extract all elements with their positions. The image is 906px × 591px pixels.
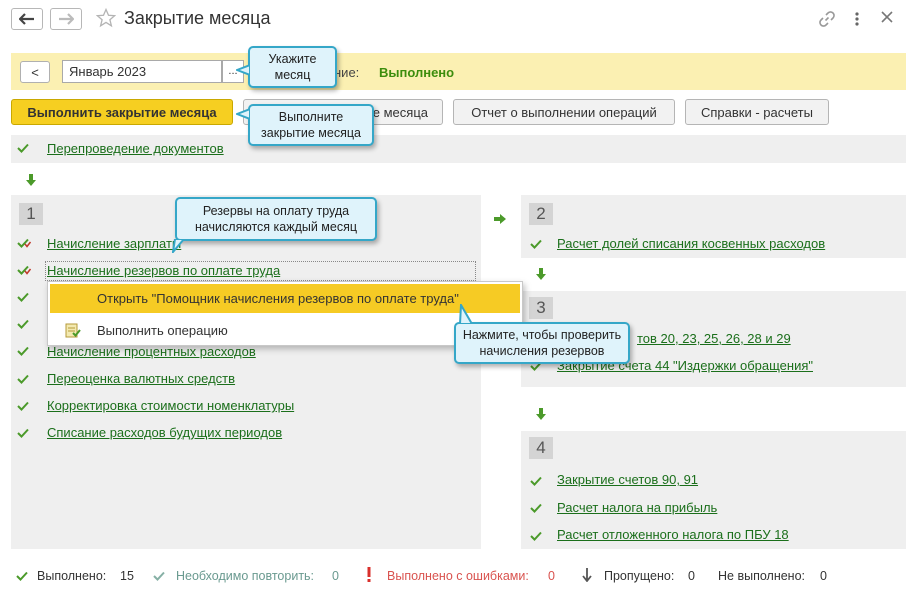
operation-deferred-tax[interactable]: Расчет отложенного налога по ПБУ 18 — [557, 527, 789, 542]
check-icon — [17, 401, 29, 411]
skipped-arrow-icon — [582, 568, 592, 582]
arrow-down-icon — [26, 174, 36, 186]
group-3-number: 3 — [529, 297, 553, 319]
check-icon — [17, 292, 29, 302]
status-skipped-count: 0 — [688, 569, 695, 583]
favorite-star-icon[interactable] — [95, 7, 117, 31]
check-icon — [17, 374, 29, 384]
callout-pointer — [236, 64, 250, 76]
check-icon — [530, 476, 542, 486]
menu-item-open-assistant[interactable]: Открыть "Помощник начисления резервов по… — [50, 284, 520, 313]
operation-profit-tax[interactable]: Расчет налога на прибыль — [557, 500, 717, 515]
menu-item-run-operation[interactable]: Выполнить операцию — [50, 316, 520, 344]
group-2-number: 2 — [529, 203, 553, 225]
link-icon[interactable] — [818, 10, 836, 31]
month-input[interactable]: Январь 2023 — [62, 60, 222, 83]
operation-close-accounts-20-29[interactable]: тов 20, 23, 25, 26, 28 и 29 — [637, 331, 791, 346]
menu-item-run-operation-label: Выполнить операцию — [97, 323, 228, 338]
operation-cost-adjustment[interactable]: Корректировка стоимости номенклатуры — [47, 398, 294, 413]
check-icon — [17, 346, 29, 356]
state-label: ние: — [334, 65, 360, 80]
arrow-left-icon — [19, 13, 34, 25]
arrow-down-icon — [536, 408, 546, 420]
operation-close-accounts-90-91[interactable]: Закрытие счетов 90, 91 — [557, 472, 698, 487]
callout-pointer — [172, 239, 186, 253]
arrow-right-icon — [59, 13, 74, 25]
status-repeat-label: Необходимо повторить: — [176, 569, 315, 583]
check-icon — [17, 265, 31, 275]
cancel-close-month-label: е месяца — [372, 104, 428, 120]
close-icon[interactable] — [880, 10, 894, 27]
check-icon — [17, 428, 29, 438]
check-icon — [530, 239, 542, 249]
run-operation-icon — [65, 323, 81, 338]
operation-indirect-costs[interactable]: Расчет долей списания косвенных расходов — [557, 236, 825, 251]
status-errors-count: 0 — [548, 569, 555, 583]
forward-button[interactable] — [50, 8, 82, 30]
callout-close-month: Выполните закрытие месяца — [248, 104, 374, 146]
check-icon — [530, 503, 542, 513]
callout-reserves: Резервы на оплату труда начисляются кажд… — [175, 197, 377, 241]
group-4-number: 4 — [529, 437, 553, 459]
more-menu-icon[interactable] — [852, 10, 862, 31]
check-icon — [17, 143, 29, 153]
operations-report-button[interactable]: Отчет о выполнении операций — [453, 99, 675, 125]
status-done-count: 15 — [120, 569, 134, 583]
operation-reserves[interactable]: Начисление резервов по оплате труда — [45, 261, 476, 281]
arrow-right-icon — [494, 214, 506, 224]
page-title: Закрытие месяца — [124, 8, 271, 28]
operation-revaluation[interactable]: Переоценка валютных средств — [47, 371, 235, 386]
status-repeat-count: 0 — [332, 569, 339, 583]
close-month-button[interactable]: Выполнить закрытие месяца — [11, 99, 233, 125]
context-menu: Открыть "Помощник начисления резервов по… — [47, 281, 523, 346]
prev-month-button[interactable]: < — [20, 61, 50, 83]
callout-pointer — [236, 108, 250, 120]
calculations-button[interactable]: Справки - расчеты — [685, 99, 829, 125]
error-icon — [367, 567, 371, 582]
status-done-label: Выполнено: — [37, 569, 107, 583]
repeat-check-icon — [153, 571, 165, 581]
back-button[interactable] — [11, 8, 43, 30]
status-errors-label: Выполнено с ошибками: — [387, 569, 529, 583]
check-icon — [530, 531, 542, 541]
done-check-icon — [16, 571, 28, 581]
operation-future-expenses[interactable]: Списание расходов будущих периодов — [47, 425, 282, 440]
callout-month: Укажите месяц — [248, 46, 337, 88]
arrow-down-icon — [536, 268, 546, 280]
check-icon — [17, 319, 29, 329]
callout-check-reserves: Нажмите, чтобы проверить начисления резе… — [454, 322, 630, 364]
operation-interest[interactable]: Начисление процентных расходов — [47, 344, 256, 359]
operation-salary[interactable]: Начисление зарплаты — [47, 236, 181, 251]
pre-operation-link[interactable]: Перепроведение документов — [47, 141, 224, 156]
callout-pointer — [458, 304, 474, 324]
status-notdone-label: Не выполнено: — [718, 569, 805, 583]
state-value: Выполнено — [379, 65, 455, 80]
status-notdone-count: 0 — [820, 569, 827, 583]
menu-item-open-assistant-label: Открыть "Помощник начисления резервов по… — [97, 291, 459, 306]
check-icon — [17, 238, 31, 248]
status-skipped-label: Пропущено: — [604, 569, 675, 583]
group-1-number: 1 — [19, 203, 43, 225]
